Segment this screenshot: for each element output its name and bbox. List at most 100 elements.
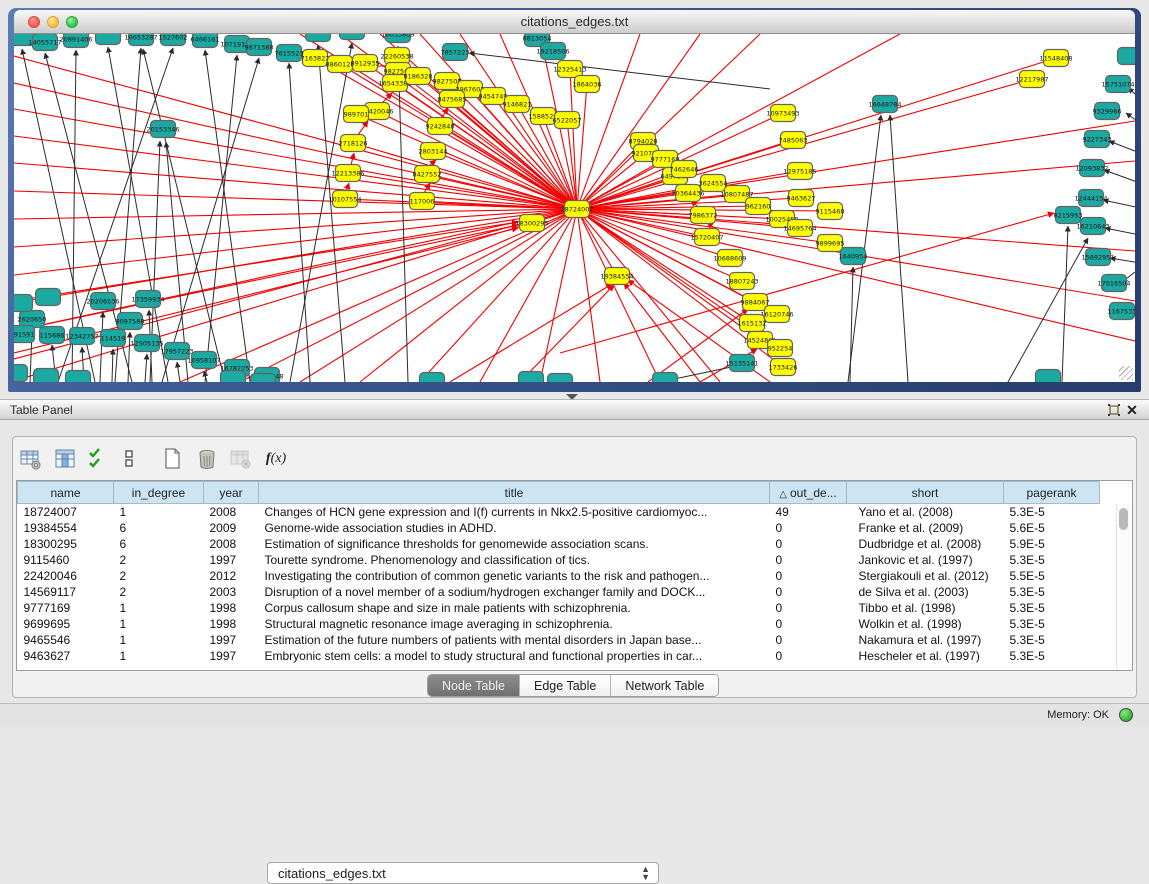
column-header-title[interactable]: title [259, 482, 770, 504]
node-label: 9097588 [116, 317, 145, 325]
table-row[interactable]: 977716911998Corpus callosum shape and si… [18, 600, 1100, 616]
column-header-in_degree[interactable]: in_degree [114, 482, 204, 504]
node-label: 962160 [746, 202, 771, 210]
edge [577, 209, 1135, 251]
edge [577, 209, 660, 382]
table-cell: 2009 [204, 520, 259, 536]
table-cell: 5.3E-5 [1004, 648, 1100, 664]
node-label: 391591 [14, 330, 34, 338]
node-label: 20891406 [59, 35, 92, 43]
network-node[interactable] [548, 374, 573, 383]
delete-table-icon[interactable] [195, 446, 221, 472]
float-panel-icon[interactable] [1105, 402, 1123, 418]
new-table-icon[interactable] [161, 446, 187, 472]
node-label: 8454749 [479, 92, 508, 100]
select-columns-check-icon[interactable] [87, 446, 113, 472]
edge [162, 58, 259, 382]
node-label: 16210643 [1076, 222, 1109, 230]
network-node[interactable] [36, 289, 61, 306]
column-header-short[interactable]: short [847, 482, 1004, 504]
node-label: 15692951 [1081, 253, 1114, 261]
node-label: 17016504 [1097, 279, 1130, 287]
table-row[interactable]: 2242004622012Investigating the contribut… [18, 568, 1100, 584]
node-label: 10973493 [766, 109, 799, 117]
node-label: 952254 [768, 344, 793, 352]
network-window: citations_edges.txt 71638228860128891293… [8, 8, 1141, 392]
network-node[interactable] [653, 373, 678, 383]
edge [420, 209, 577, 382]
network-node[interactable] [96, 34, 121, 45]
node-label: 9899695 [816, 239, 845, 247]
network-node[interactable] [14, 365, 28, 382]
network-window-titlebar[interactable]: citations_edges.txt [14, 10, 1135, 34]
network-node[interactable] [1118, 48, 1136, 65]
column-header-out_degree[interactable]: △out_de... [770, 482, 847, 504]
table-row[interactable]: 911546021997Tourette syndrome. Phenomeno… [18, 552, 1100, 568]
table-cell: Jankovic et al. (1997) [847, 552, 1004, 568]
table-row[interactable]: 969969511998Structural magnetic resonanc… [18, 616, 1100, 632]
column-header-year[interactable]: year [204, 482, 259, 504]
scrollbar-thumb[interactable] [1119, 508, 1128, 530]
table-row[interactable]: 1872400712008Changes of HCN gene express… [18, 504, 1100, 520]
tab-network-table[interactable]: Network Table [611, 675, 718, 696]
table-row[interactable]: 1938455462009Genome-wide association stu… [18, 520, 1100, 536]
table-cell: 22420046 [18, 568, 114, 584]
node-label: 12444154 [1074, 194, 1107, 202]
table-cell: Genome-wide association studies in ADHD. [259, 520, 770, 536]
table-settings-icon[interactable] [19, 446, 45, 472]
node-label: 10107554 [328, 195, 361, 203]
network-node[interactable] [420, 373, 445, 383]
column-header-name[interactable]: name [18, 482, 114, 504]
node-label: 12342757 [65, 332, 98, 340]
network-node[interactable] [34, 369, 59, 383]
table-selector-dropdown[interactable]: citations_edges.txt ▲▼ [267, 862, 659, 884]
row-height-icon[interactable] [121, 446, 147, 472]
table-cell: Corpus callosum shape and size in male p… [259, 600, 770, 616]
table-cell: Estimation of significance thresholds fo… [259, 536, 770, 552]
close-panel-icon[interactable]: ✕ [1123, 402, 1141, 418]
network-canvas[interactable]: 7163822886012889129352226053898275051654… [14, 34, 1135, 382]
table-scrollbar[interactable] [1116, 504, 1131, 669]
table-cell: 0 [770, 552, 847, 568]
node-label: 14055717 [28, 38, 61, 46]
network-node[interactable] [340, 34, 365, 40]
node-label: 8186328 [404, 72, 433, 80]
table-cell: 49 [770, 504, 847, 520]
resize-grip[interactable] [1119, 366, 1133, 380]
edge [520, 285, 614, 382]
node-label: 1527602 [159, 34, 188, 41]
table-row[interactable]: 1456911722003Disruption of a novel membe… [18, 584, 1100, 600]
table-row[interactable]: 1830029562008Estimation of significance … [18, 536, 1100, 552]
tab-node-table[interactable]: Node Table [428, 675, 520, 696]
node-label: 2620650 [18, 315, 47, 323]
column-header-pagerank[interactable]: pagerank [1004, 482, 1100, 504]
table-cell: de Silva et al. (2003) [847, 584, 1004, 600]
edge [624, 283, 700, 382]
network-node[interactable] [251, 374, 276, 383]
table-cell: 1997 [204, 552, 259, 568]
network-node[interactable] [306, 34, 331, 42]
network-node[interactable] [66, 371, 91, 383]
table-cell: 2003 [204, 584, 259, 600]
network-node[interactable] [1036, 370, 1061, 383]
node-label: 12213386 [331, 169, 364, 177]
tab-edge-table[interactable]: Edge Table [520, 675, 611, 696]
memory-status-indicator[interactable] [1119, 708, 1133, 722]
network-node[interactable] [14, 295, 33, 312]
node-label: 11548408 [1039, 54, 1072, 62]
table-cell: 9463627 [18, 648, 114, 664]
function-builder-icon[interactable]: f(x) [263, 446, 289, 472]
table-row[interactable]: 946554611997Estimation of the future num… [18, 632, 1100, 648]
node-label: 19384554 [600, 272, 633, 280]
edge [1008, 238, 1088, 382]
table-cell: 6 [114, 536, 204, 552]
table-cell: 5.3E-5 [1004, 600, 1100, 616]
table-row[interactable]: 946362711997Embryonic stem cells: a mode… [18, 648, 1100, 664]
table-cell: 2 [114, 584, 204, 600]
node-label: 7857223 [441, 48, 470, 56]
network-node[interactable] [221, 371, 246, 383]
column-selection-icon[interactable] [53, 446, 79, 472]
edge [469, 53, 770, 89]
node-label: 6466161 [191, 35, 220, 43]
network-node[interactable] [519, 372, 544, 383]
